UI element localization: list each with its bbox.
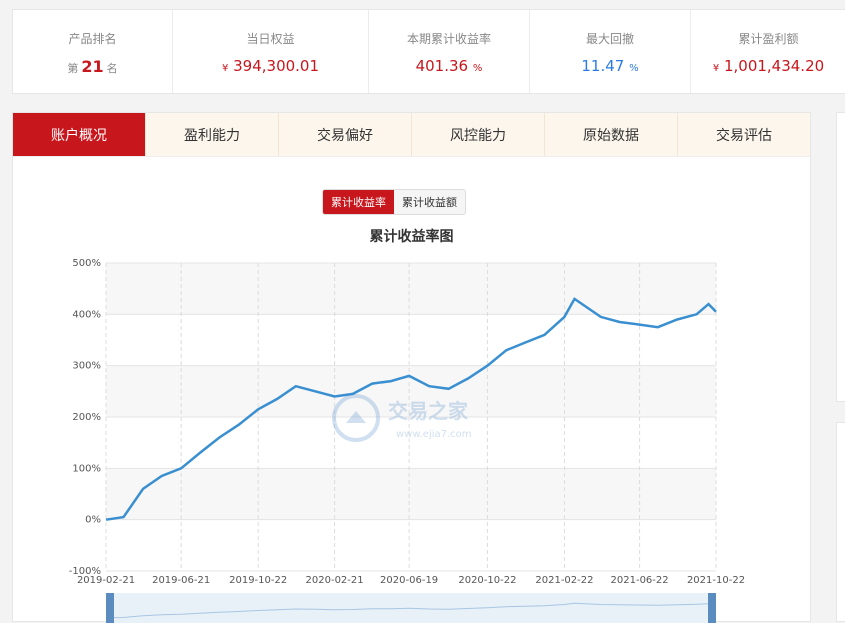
x-tick-label: 2020-06-19 [380,575,438,586]
x-tick-label: 2019-02-21 [77,575,135,586]
profit-value: 1,001,434.20 [723,57,825,75]
plot-band [106,468,716,520]
drawdown-value: 11.47 [581,57,625,75]
rank-suffix: 名 [106,62,118,75]
return-value: 401.36 [415,57,469,75]
y-tick-label: 0% [85,515,101,526]
stat-return: 本期累计收益率 401.36 % [369,10,530,93]
right-side-panel-lower [836,422,845,622]
drawdown-unit: % [629,63,639,74]
watermark-url: www.ejia7.com [396,429,472,440]
y-tick-label: 400% [72,309,101,320]
rank-value: 21 [81,57,104,76]
x-tick-label: 2020-10-22 [458,575,516,586]
profit-value-row: ¥ 1,001,434.20 [691,57,845,75]
profit-currency: ¥ [712,63,720,74]
stats-bar: 产品排名 第 21 名 当日权益 ¥ 394,300.01 本期累计收益率 401.… [12,9,845,94]
x-tick-label: 2021-10-22 [687,575,745,586]
equity-value-row: ¥ 394,300.01 [173,57,368,75]
y-tick-label: 500% [72,258,101,269]
equity-value: 394,300.01 [233,57,320,75]
return-unit: % [472,63,483,74]
right-side-panel [836,112,845,402]
rank-prefix: 第 [67,62,79,75]
x-tick-label: 2021-02-22 [535,575,593,586]
rank-label: 产品排名 [68,32,117,46]
plot-band [106,263,716,315]
navigator-handle-right[interactable] [708,593,716,623]
watermark-name: 交易之家 [388,399,469,423]
profit-label: 累计盈利额 [738,32,799,46]
x-tick-label: 2019-06-21 [152,575,210,586]
x-tick-label: 2020-02-21 [306,575,364,586]
drawdown-value-row: 11.47 % [530,57,690,75]
plot-bands [106,263,716,520]
drawdown-label: 最大回撤 [585,32,634,46]
navigator-handle-left[interactable] [106,593,114,623]
rank-value-row: 第 21 名 [13,57,172,76]
equity-label: 当日权益 [246,32,295,46]
account-panel: 账户概况 盈利能力 交易偏好 风控能力 原始数据 交易评估 累计收益率 累计收益… [12,112,811,623]
stat-equity: 当日权益 ¥ 394,300.01 [173,10,369,93]
stat-profit: 累计盈利额 ¥ 1,001,434.20 [691,10,845,93]
x-tick-label: 2021-06-22 [611,575,669,586]
stat-drawdown: 最大回撤 11.47 % [530,10,691,93]
stat-rank: 产品排名 第 21 名 [13,10,173,93]
y-tick-label: 200% [72,412,101,423]
y-tick-label: 100% [72,463,101,474]
y-tick-label: 300% [72,361,101,372]
equity-currency: ¥ [221,63,229,74]
return-chart: 交易之家 www.ejia7.com -100%0%100%200%300%40… [69,258,745,623]
return-label: 本期累计收益率 [406,32,491,46]
navigator[interactable] [105,593,717,623]
x-tick-label: 2019-10-22 [229,575,287,586]
return-value-row: 401.36 % [369,57,529,75]
